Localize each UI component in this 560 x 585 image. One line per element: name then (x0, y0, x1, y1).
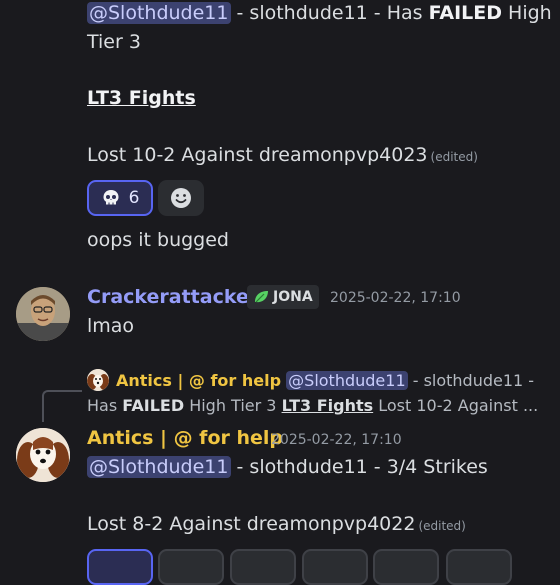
avatar-photo (16, 287, 70, 341)
message-text: oops it bugged (87, 229, 229, 251)
message-text: - slothdude11 - 3/4 Strikes (230, 456, 488, 478)
result-text: Lost 8-2 Against dreamonpvp4022 (87, 513, 416, 535)
username[interactable]: Antics | @ for help (87, 427, 283, 449)
message-text: lmao (87, 315, 135, 337)
message-heading: LT3 Fights (87, 85, 196, 111)
skull-reaction-button[interactable]: 6 (87, 180, 153, 216)
message-line: @Slothdude11 - slothdude11 - Has FAILED … (87, 0, 552, 26)
reply-spine (42, 390, 82, 422)
reaction-button[interactable] (373, 549, 439, 585)
message-line: Tier 3 (87, 29, 141, 55)
message-line: oops it bugged (87, 227, 229, 253)
reply-heading: LT3 Fights (281, 396, 374, 415)
skull-icon (103, 190, 119, 205)
reply-mention[interactable]: @Slothdude11 (286, 371, 408, 390)
reply-line[interactable]: Antics | @ for help @Slothdude11 - sloth… (116, 370, 534, 392)
timestamp: 2025-02-22, 17:10 (271, 432, 402, 448)
user-mention[interactable]: @Slothdude11 (87, 456, 231, 478)
username[interactable]: Crackerattacker (87, 286, 258, 308)
reply-text: Lost 10-2 Against ... (373, 396, 539, 415)
reaction-count: 6 (128, 188, 140, 208)
reply-username[interactable]: Antics | @ for help (116, 371, 281, 390)
reply-text: High Tier 3 (184, 396, 282, 415)
leaf-icon (255, 291, 268, 303)
reaction-button[interactable] (158, 549, 224, 585)
message-line: Lost 10-2 Against dreamonpvp4023 (edited) (87, 142, 478, 170)
edited-label: (edited) (418, 519, 466, 533)
failed-text: FAILED (428, 2, 502, 24)
add-reaction-button[interactable] (158, 180, 204, 216)
avatar[interactable] (16, 428, 70, 482)
reply-text: - slothdude11 - (407, 371, 535, 390)
result-text: Lost 10-2 Against dreamonpvp4023 (87, 144, 428, 166)
user-mention[interactable]: @Slothdude11 (87, 2, 231, 24)
reaction-button[interactable] (302, 549, 368, 585)
message-line: @Slothdude11 - slothdude11 - 3/4 Strikes (87, 454, 488, 480)
guild-tag-label: JONA (273, 289, 313, 305)
heading-text: LT3 Fights (87, 87, 196, 109)
dog-avatar-image (87, 369, 109, 391)
reply-line[interactable]: Has FAILED High Tier 3 LT3 Fights Lost 1… (87, 395, 538, 417)
dog-avatar-image (16, 428, 70, 482)
avatar[interactable] (16, 287, 70, 341)
reaction-button[interactable] (87, 549, 153, 585)
reply-avatar[interactable] (87, 369, 109, 391)
message-text: - slothdude11 - Has (230, 2, 429, 24)
message-text: Tier 3 (87, 31, 141, 53)
timestamp: 2025-02-22, 17:10 (330, 290, 461, 306)
message-line: lmao (87, 313, 134, 339)
reply-failed-text: FAILED (122, 396, 185, 415)
reaction-button[interactable] (446, 549, 512, 585)
message-text: High (502, 2, 552, 24)
reply-text: Has (87, 396, 123, 415)
guild-tag[interactable]: JONA (247, 285, 319, 309)
reaction-button[interactable] (230, 549, 296, 585)
message-line: Lost 8-2 Against dreamonpvp4022 (edited) (87, 511, 466, 539)
edited-label: (edited) (430, 150, 478, 164)
smiley-icon (171, 188, 191, 208)
